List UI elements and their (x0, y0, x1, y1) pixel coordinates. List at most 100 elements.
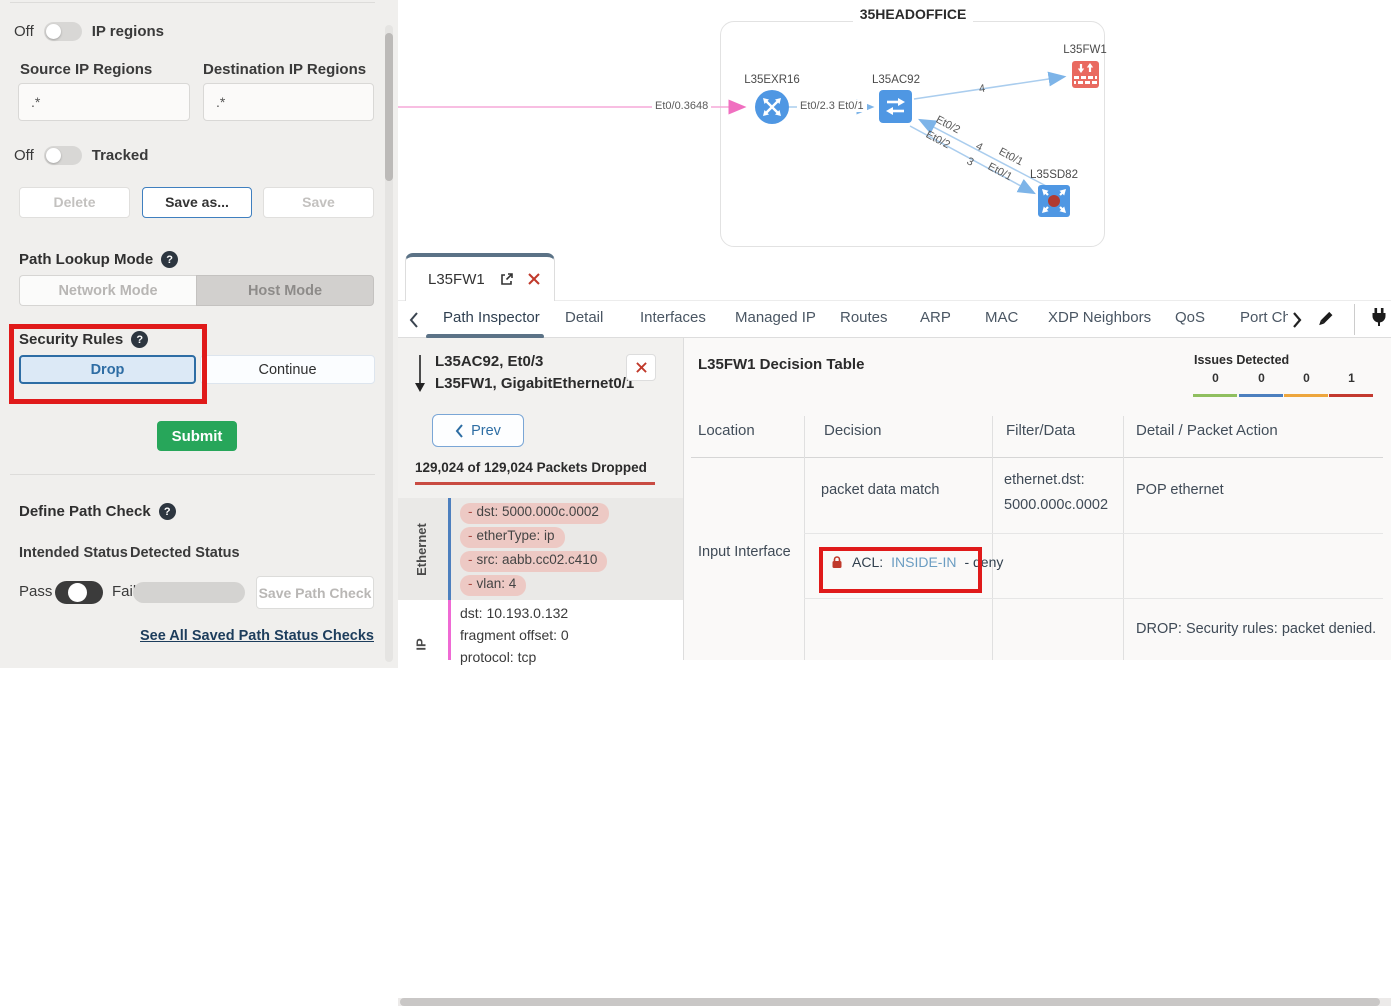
cell-filter-line2: 5000.000c.0002 (1004, 497, 1108, 513)
cell-location: Input Interface (698, 544, 791, 560)
save-as-button[interactable]: Save as... (142, 187, 252, 218)
divider (683, 338, 684, 660)
destination-ip-regions-label: Destination IP Regions (203, 61, 366, 78)
prev-hop-button[interactable]: Prev (432, 414, 524, 447)
divider (804, 416, 805, 660)
horizontal-scrollbar-thumb[interactable] (400, 998, 1380, 1006)
save-button[interactable]: Save (263, 187, 374, 218)
chevron-left-icon[interactable] (408, 311, 420, 329)
chevron-left-icon (455, 424, 464, 438)
divider (10, 2, 375, 3)
see-all-path-checks-link[interactable]: See All Saved Path Status Checks (140, 628, 374, 644)
edit-pencil-icon[interactable] (1315, 309, 1335, 329)
destination-ip-regions-input[interactable] (203, 83, 374, 121)
ethernet-field: vlan: 4 (477, 576, 517, 591)
tab-mac[interactable]: MAC (985, 309, 1018, 326)
divider (804, 533, 1383, 534)
firewall-icon (1072, 61, 1099, 88)
cell-decision-row1: packet data match (821, 482, 940, 498)
divider (691, 457, 1383, 458)
sidebar-scrollbar-thumb[interactable] (385, 33, 393, 181)
intended-status-label: Intended Status (19, 545, 128, 561)
submit-button[interactable]: Submit (157, 421, 237, 451)
node-label-sd: L35SD82 (1014, 169, 1094, 181)
tab-path-inspector[interactable]: Path Inspector (443, 309, 540, 326)
query-sidebar: Off IP regions Source IP Regions Destina… (0, 0, 398, 668)
external-link-icon[interactable] (499, 272, 514, 287)
ip-regions-toggle[interactable] (44, 22, 82, 41)
divider (992, 416, 993, 660)
ip-field: protocol: tcp (460, 649, 536, 665)
packets-dropped-bar (415, 482, 655, 485)
device-tab-title: L35FW1 (428, 271, 485, 288)
tab-port-channels[interactable]: Port Cha (1240, 309, 1288, 326)
hop-from: L35AC92, Et0/3 (435, 353, 543, 370)
node-label-router: L35EXR16 (732, 74, 812, 86)
pass-fail-toggle[interactable] (55, 581, 103, 604)
delete-button[interactable]: Delete (19, 187, 130, 218)
tab-xdp-neighbors[interactable]: XDP Neighbors (1048, 309, 1151, 326)
edge-label-router-switch: Et0/2.3 Et0/1 (797, 100, 867, 112)
ethernet-field: etherType: ip (477, 528, 555, 543)
router-node[interactable] (755, 90, 789, 124)
topology-edges (398, 0, 1391, 253)
tracked-toggle[interactable] (44, 146, 82, 165)
host-mode-option[interactable]: Host Mode (196, 275, 374, 306)
tab-routes[interactable]: Routes (840, 309, 888, 326)
help-icon[interactable]: ? (131, 331, 148, 348)
plug-icon[interactable] (1371, 308, 1387, 328)
sd-node[interactable] (1038, 185, 1070, 217)
diff-marker: - (468, 504, 473, 519)
packet-section-ethernet: Ethernet -dst: 5000.000c.0002 -etherType… (398, 498, 683, 600)
security-rules-label: Security Rules (19, 331, 123, 348)
site-title: 35HEADOFFICE (853, 6, 973, 22)
security-rules-continue-option[interactable]: Continue (200, 355, 375, 384)
cell-detail-row1: POP ethernet (1136, 482, 1224, 498)
decision-table-title: L35FW1 Decision Table (698, 356, 864, 373)
node-label-switch: L35AC92 (856, 74, 936, 86)
divider (1354, 304, 1355, 335)
switch-node[interactable] (879, 90, 912, 123)
section-bar (448, 600, 451, 660)
security-rules-drop-option[interactable]: Drop (19, 355, 196, 384)
tab-detail[interactable]: Detail (565, 309, 603, 326)
ethernet-field: dst: 5000.000c.0002 (477, 504, 599, 519)
ethernet-field: src: aabb.cc02.c410 (477, 552, 598, 567)
divider (804, 598, 1383, 599)
chevron-right-icon[interactable] (1291, 311, 1303, 329)
decision-table-panel: L35FW1 Decision Table Issues Detected 0 … (684, 338, 1391, 660)
issue-count-green: 0 (1193, 371, 1238, 385)
device-tab-l35fw1[interactable]: L35FW1 (405, 253, 555, 301)
help-icon[interactable]: ? (159, 503, 176, 520)
packets-dropped-text: 129,024 of 129,024 Packets Dropped (415, 460, 647, 475)
issues-detected-label: Issues Detected (1194, 353, 1289, 367)
ip-field: dst: 10.193.0.132 (460, 605, 568, 621)
prev-label: Prev (471, 423, 501, 439)
section-bar (448, 498, 451, 600)
firewall-node[interactable] (1072, 61, 1099, 88)
source-ip-regions-input[interactable] (18, 83, 190, 121)
toggle-knob (68, 583, 87, 602)
divider (10, 474, 375, 475)
pass-label: Pass (19, 583, 52, 600)
source-ip-regions-label: Source IP Regions (20, 61, 152, 78)
acl-suffix: - deny (964, 554, 1003, 570)
edge-hops-switch-fw: 4 (975, 82, 989, 96)
hop-close-button[interactable] (626, 354, 656, 381)
close-icon[interactable] (528, 273, 540, 285)
tab-interfaces[interactable]: Interfaces (640, 309, 706, 326)
packet-section-ip: IP dst: 10.193.0.132 fragment offset: 0 … (398, 600, 683, 660)
device-view-tabbar: Path Inspector Detail Interfaces Managed… (398, 300, 1391, 338)
tab-qos[interactable]: QoS (1175, 309, 1205, 326)
hop-direction-arrow-icon (414, 354, 426, 394)
tab-arp[interactable]: ARP (920, 309, 951, 326)
switch-icon (884, 95, 907, 118)
save-path-check-button[interactable]: Save Path Check (256, 576, 374, 609)
column-header-location: Location (698, 422, 755, 439)
network-mode-option[interactable]: Network Mode (19, 275, 196, 306)
tab-managed-ip[interactable]: Managed IP (735, 309, 816, 326)
help-icon[interactable]: ? (161, 251, 178, 268)
diff-marker: - (468, 552, 473, 567)
node-label-firewall: L35FW1 (1045, 44, 1125, 56)
acl-name-link[interactable]: INSIDE-IN (891, 554, 956, 570)
